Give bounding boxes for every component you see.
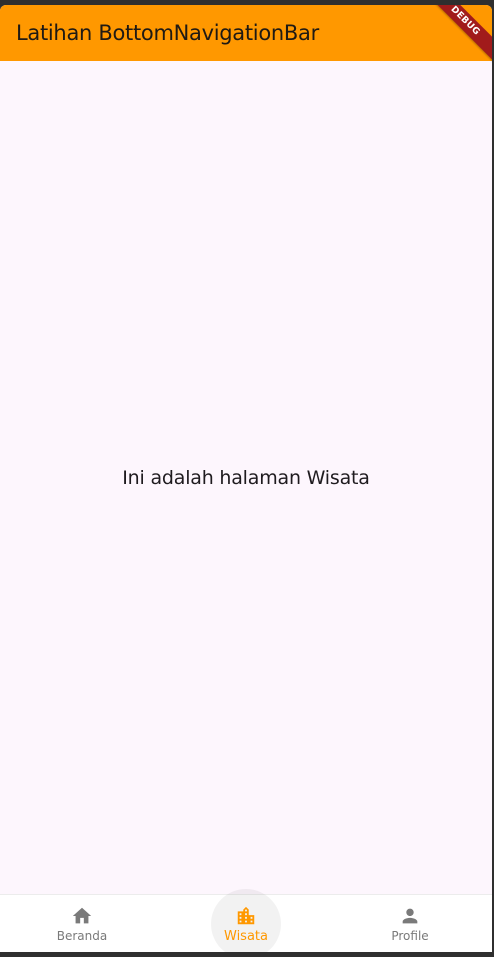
bottom-navigation-bar: Beranda Wisata Profile bbox=[0, 889, 492, 952]
page-body: Ini adalah halaman Wisata bbox=[0, 61, 492, 894]
nav-item-wisata[interactable]: Wisata bbox=[164, 889, 328, 952]
nav-item-profile[interactable]: Profile bbox=[328, 895, 492, 952]
app-bar-title: Latihan BottomNavigationBar bbox=[16, 21, 319, 45]
page-message: Ini adalah halaman Wisata bbox=[122, 466, 370, 489]
nav-item-beranda[interactable]: Beranda bbox=[0, 895, 164, 952]
nav-item-label: Wisata bbox=[224, 928, 268, 944]
home-icon bbox=[72, 907, 92, 924]
app-window: Latihan BottomNavigationBar DEBUG Ini ad… bbox=[0, 5, 492, 952]
nav-item-label: Beranda bbox=[56, 929, 108, 943]
person-icon bbox=[402, 908, 418, 924]
app-bar: Latihan BottomNavigationBar DEBUG bbox=[0, 5, 492, 66]
debug-banner: DEBUG bbox=[420, 5, 492, 66]
nav-item-label: Profile bbox=[391, 929, 429, 943]
location-city-icon bbox=[237, 906, 255, 924]
